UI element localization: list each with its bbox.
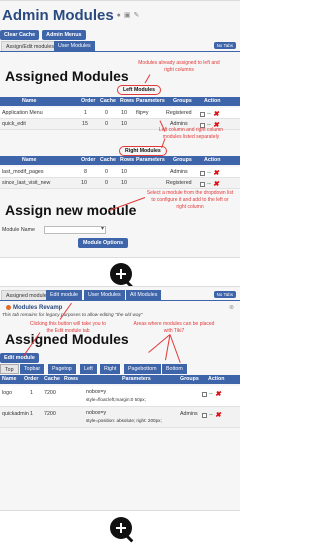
no-tabs-button[interactable]: No Tabs xyxy=(213,42,236,49)
left-table-header: Name Order Cache Rows Parameters Groups … xyxy=(0,97,240,106)
assigned-modules-heading: Assigned Modules xyxy=(5,331,129,347)
edit-module-button[interactable]: Edit module xyxy=(0,353,39,363)
tab-pagebottom[interactable]: Pagebottom xyxy=(124,364,162,374)
modules-revamp-title: Modules Revamp xyxy=(6,305,62,311)
move-icon[interactable]: ⇔ xyxy=(206,170,212,176)
move-icon[interactable]: ⇔ xyxy=(208,412,214,418)
table-row: logo 1 7200 nobox=y style=float:left;mar… xyxy=(0,386,240,407)
annotation-arrow xyxy=(169,334,181,363)
annotation-arrow xyxy=(144,74,151,84)
edit-icon[interactable] xyxy=(200,111,205,117)
admin-modules-panel: Admin Modules ● ▣ ✎ Clear Cache Admin Me… xyxy=(0,0,240,258)
assigned-modules-heading: Assigned Modules xyxy=(5,68,129,84)
tab-assign-edit-modules[interactable]: Assign/Edit modules xyxy=(1,41,59,51)
admin-button-row: Clear Cache Admin Menus xyxy=(0,30,86,40)
clear-cache-button[interactable]: Clear Cache xyxy=(0,30,40,40)
tab-pagetop[interactable]: Pagetop xyxy=(48,364,77,374)
revamp-icon xyxy=(6,305,11,310)
table-row: since_last_visit_new 10 0 10 Registered … xyxy=(0,178,240,189)
tab-edit-module[interactable]: Edit module xyxy=(46,290,82,300)
table-row: Application Menu 1 0 10 flip=y Registere… xyxy=(0,108,240,119)
help-icon[interactable]: ● xyxy=(117,12,121,19)
assign-new-module-heading: Assign new module xyxy=(5,202,137,218)
move-icon[interactable]: ⇔ xyxy=(208,391,214,397)
zoom-in-icon[interactable] xyxy=(110,263,134,289)
close-icon[interactable]: ⊗ xyxy=(229,304,234,311)
edit-icon[interactable]: ✎ xyxy=(134,12,140,19)
tab-user-modules[interactable]: User Modules xyxy=(84,290,125,300)
zoom-in-icon[interactable] xyxy=(110,517,134,543)
left-modules-label: Left Modules xyxy=(117,85,161,95)
tab-bottom[interactable]: Bottom xyxy=(162,364,188,374)
delete-icon[interactable]: ✖ xyxy=(215,412,221,419)
tab-top[interactable]: Top xyxy=(0,364,19,374)
delete-icon[interactable]: ✖ xyxy=(213,181,219,188)
module-options-button[interactable]: Module Options xyxy=(78,238,129,248)
module-name-label: Module Name xyxy=(2,227,35,233)
page-title: Admin Modules xyxy=(2,7,114,24)
delete-icon[interactable]: ✖ xyxy=(213,170,219,177)
toggle-icon[interactable]: ▣ xyxy=(124,12,131,19)
annotation-assign: Select a module from the dropdown list t… xyxy=(146,190,234,210)
edit-icon[interactable] xyxy=(202,412,207,418)
right-modules-label: Right Modules xyxy=(119,146,167,156)
tab-user-modules[interactable]: User Modules xyxy=(54,41,95,51)
tab-left[interactable]: Left xyxy=(80,364,98,374)
delete-icon[interactable]: ✖ xyxy=(215,391,221,398)
admin-menus-button[interactable]: Admin Menus xyxy=(42,30,86,40)
legacy-note: This tab remains for legacy purposes to … xyxy=(2,313,143,318)
edit-icon[interactable] xyxy=(202,391,207,397)
edit-icon[interactable] xyxy=(200,181,205,187)
no-tabs-button[interactable]: No Tabs xyxy=(213,291,236,298)
tab-right[interactable]: Right xyxy=(100,364,122,374)
table-row: quickadmin 1 7200 nobox=y style=position… xyxy=(0,407,240,428)
delete-icon[interactable]: ✖ xyxy=(213,111,219,118)
module-name-select[interactable] xyxy=(44,225,106,234)
modules-revamp-panel: Assigned modules Edit module User Module… xyxy=(0,286,240,511)
tab-topbar[interactable]: Topbar xyxy=(20,364,46,374)
title-row: Admin Modules ● ▣ ✎ xyxy=(2,7,139,24)
annotation-assigned: Modules already assigned to left and rig… xyxy=(138,60,220,73)
move-icon[interactable]: ⇔ xyxy=(206,181,212,187)
right-table-header: Name Order Cache Rows Parameters Groups … xyxy=(0,156,240,165)
top-table-header: Name Order Cache Rows Parameters Groups … xyxy=(0,375,240,384)
tab-bar: Assign/Edit modules User Modules No Tabs xyxy=(0,41,240,52)
annotation-areas: Areas where modules can be placed with T… xyxy=(133,321,215,334)
table-row: last_modif_pages 8 0 10 Admins ⇔✖ xyxy=(0,167,240,178)
move-icon[interactable]: ⇔ xyxy=(206,111,212,117)
position-tabs: Top Topbar Pagetop Left Right Pagebottom… xyxy=(0,364,240,374)
tab-all-modules[interactable]: All Modules xyxy=(126,290,162,300)
edit-icon[interactable] xyxy=(200,170,205,176)
tab-bar: Assigned modules Edit module User Module… xyxy=(0,290,240,301)
